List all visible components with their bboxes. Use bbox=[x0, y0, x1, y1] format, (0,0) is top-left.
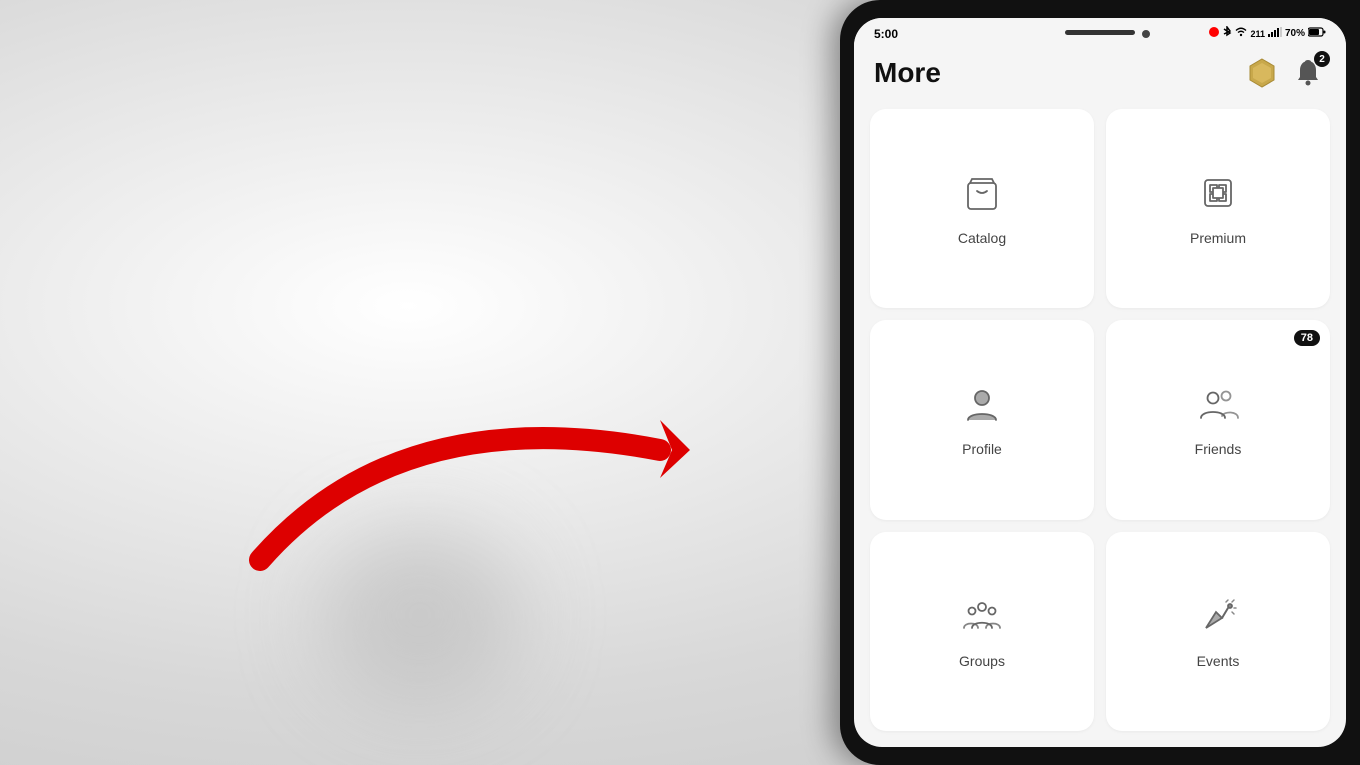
menu-grid: Catalog Premium bbox=[854, 101, 1346, 747]
battery-percent: 70% bbox=[1285, 28, 1305, 39]
app-header: More 2 bbox=[854, 45, 1346, 101]
data-speed: 211 bbox=[1250, 29, 1265, 39]
events-cell[interactable]: Events bbox=[1106, 532, 1330, 731]
premium-icon bbox=[1196, 171, 1240, 220]
coin-button[interactable] bbox=[1244, 55, 1280, 91]
events-icon bbox=[1196, 594, 1240, 643]
profile-cell[interactable]: Profile bbox=[870, 320, 1094, 519]
signal-icon bbox=[1268, 27, 1282, 40]
wifi-icon bbox=[1235, 27, 1247, 40]
camera bbox=[1142, 30, 1150, 38]
friends-icon bbox=[1196, 382, 1240, 431]
notification-badge: 2 bbox=[1314, 51, 1330, 67]
catalog-cell[interactable]: Catalog bbox=[870, 109, 1094, 308]
profile-icon bbox=[960, 382, 1004, 431]
friends-badge: 78 bbox=[1294, 330, 1320, 346]
friends-cell[interactable]: 78 Friends bbox=[1106, 320, 1330, 519]
background-blob bbox=[320, 525, 520, 705]
groups-icon bbox=[960, 594, 1004, 643]
catalog-label: Catalog bbox=[958, 230, 1006, 246]
profile-label: Profile bbox=[962, 441, 1002, 457]
battery-icon bbox=[1308, 27, 1326, 40]
catalog-icon bbox=[960, 171, 1004, 220]
phone-frame: 5:00 211 70% bbox=[840, 0, 1360, 765]
premium-label: Premium bbox=[1190, 230, 1246, 246]
events-label: Events bbox=[1197, 653, 1240, 669]
speaker bbox=[1065, 30, 1135, 35]
premium-cell[interactable]: Premium bbox=[1106, 109, 1330, 308]
header-icons: 2 bbox=[1244, 55, 1326, 91]
page-title: More bbox=[874, 57, 941, 89]
groups-cell[interactable]: Groups bbox=[870, 532, 1094, 731]
phone-screen: 5:00 211 70% bbox=[854, 18, 1346, 747]
bluetooth-icon bbox=[1222, 26, 1232, 41]
groups-label: Groups bbox=[959, 653, 1005, 669]
status-dot bbox=[1209, 27, 1219, 40]
status-icons: 211 70% bbox=[1209, 26, 1326, 41]
notification-button[interactable]: 2 bbox=[1290, 55, 1326, 91]
friends-label: Friends bbox=[1195, 441, 1242, 457]
status-time: 5:00 bbox=[874, 27, 898, 41]
